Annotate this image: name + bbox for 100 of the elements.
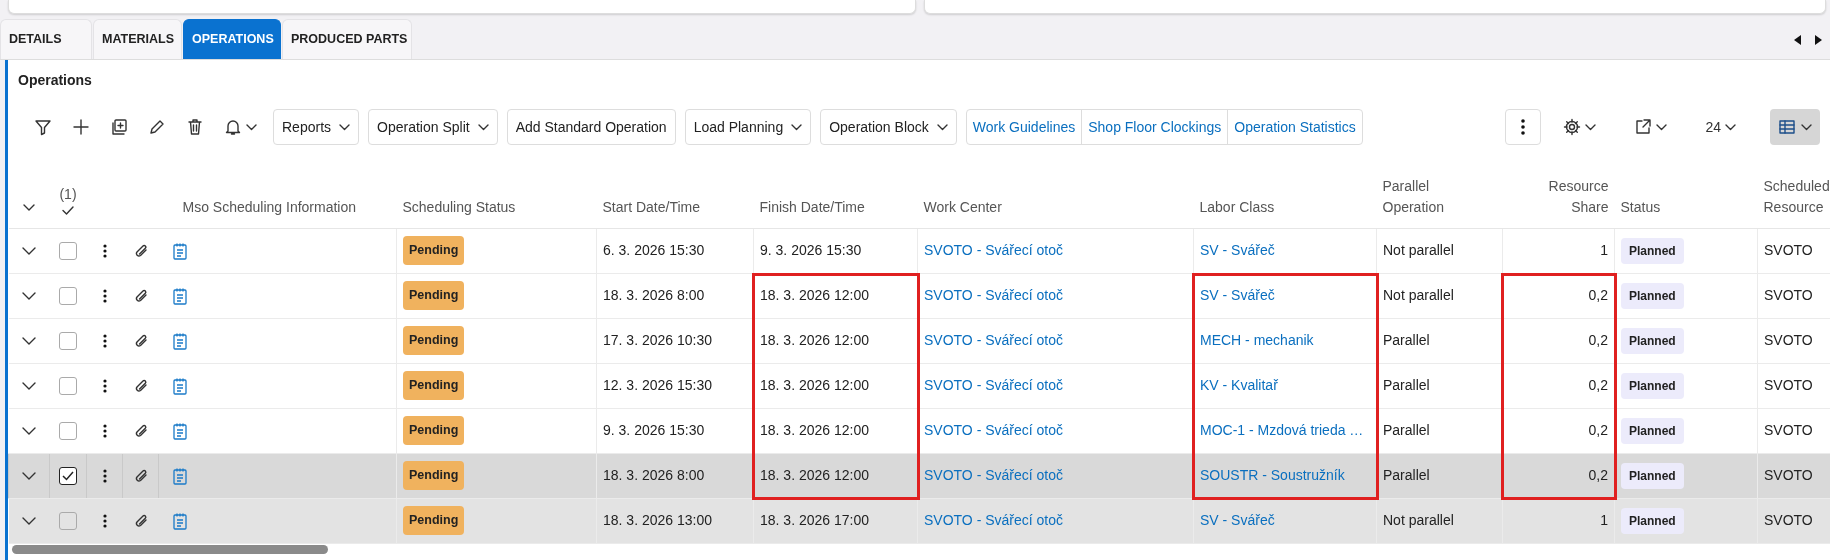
table-link[interactable]: SVOTO - Svářecí otoč [924,422,1063,438]
expand-icon[interactable] [22,426,36,436]
status-badge: Planned [1621,327,1684,354]
more-button[interactable] [1505,109,1542,145]
scroll-left-icon[interactable] [1794,35,1801,45]
dropdown-button[interactable]: Reports [273,109,360,145]
toolbar-link[interactable]: Work Guidelines [966,110,1083,144]
row-menu-icon[interactable] [102,469,107,484]
status-badge: Planned [1621,282,1684,309]
scroll-right-icon[interactable] [1815,35,1822,45]
toolbar-button[interactable]: Add Standard Operation [506,109,676,145]
table-cell: 18. 3. 2026 8:00 [603,287,705,303]
checkbox[interactable] [59,377,77,396]
tab[interactable]: OPERATIONS [183,19,281,59]
column-header[interactable]: Work Center [923,198,1002,215]
checkbox[interactable] [59,467,77,486]
table-cell: 9. 3. 2026 15:30 [603,422,705,438]
table-link[interactable]: SV - Svářeč [1200,242,1275,258]
notes-icon[interactable] [172,332,187,350]
row-menu-icon[interactable] [102,334,107,349]
table-link[interactable]: SV - Svářeč [1200,287,1275,303]
column-header[interactable]: Finish Date/Time [759,198,865,215]
table-link[interactable]: SVOTO - Svářecí otoč [924,287,1063,303]
dropdown-button[interactable]: Operation Split [368,109,498,145]
checkbox[interactable] [59,287,77,306]
table-link[interactable]: MOC-1 - Mzdová trieda … [1200,422,1364,438]
table-cell: SVOTO [1764,287,1813,303]
table-link[interactable]: SVOTO - Svářecí otoč [924,467,1063,483]
copy-icon [110,118,128,136]
scheduling-status-badge: Pending [403,461,465,490]
page-size-button[interactable]: 24 [1701,112,1740,142]
dropdown-button[interactable]: Operation Block [820,109,957,145]
expand-icon[interactable] [22,471,36,481]
row-menu-icon[interactable] [102,514,107,529]
check-icon[interactable] [62,205,74,215]
add-icon [72,118,90,136]
settings-icon [1563,118,1582,136]
table-icon [1778,120,1795,134]
toolbar-link[interactable]: Operation Statistics [1228,110,1362,144]
notes-icon[interactable] [172,422,187,440]
table-cell: Parallel [1383,377,1430,393]
checkbox[interactable] [59,332,77,351]
scheduling-status-badge: Pending [403,236,465,265]
table-cell: 18. 3. 2026 12:00 [760,422,869,438]
column-header[interactable]: Mso Scheduling Information [182,198,357,215]
table-cell: Parallel [1383,422,1430,438]
notes-icon[interactable] [172,377,187,395]
scheduling-status-badge: Pending [403,506,465,535]
table-cell: 0,2 [1588,377,1608,393]
status-badge: Planned [1621,372,1684,399]
scrollbar[interactable] [12,545,328,554]
tab[interactable]: MATERIALS [93,19,182,59]
table-link[interactable]: KV - Kvalitař [1200,377,1278,393]
scheduling-status-badge: Pending [403,416,465,445]
caret-icon [1800,123,1812,131]
column-header[interactable]: Status [1620,198,1661,215]
caret-icon [477,123,489,131]
checkbox[interactable] [59,422,77,441]
row-menu-icon[interactable] [102,244,107,259]
notes-icon[interactable] [172,287,187,305]
table-link[interactable]: SVOTO - Svářecí otoč [924,242,1063,258]
scheduling-status-badge: Pending [403,326,465,355]
expand-icon[interactable] [22,381,36,391]
checkbox[interactable] [59,512,77,531]
view-button[interactable] [1770,109,1820,145]
column-header[interactable]: Scheduled Resource [1763,175,1830,218]
row-menu-icon[interactable] [102,424,107,439]
scheduling-status-badge: Pending [403,371,465,400]
column-header[interactable]: Parallel Operation [1382,175,1444,218]
expand-icon[interactable] [22,291,36,301]
notes-icon[interactable] [173,467,187,485]
table-cell: SVOTO [1764,467,1813,483]
checkbox[interactable] [59,242,77,261]
caret-icon [1656,123,1668,131]
tab[interactable]: DETAILS [0,19,92,59]
toolbar-link[interactable]: Shop Floor Clockings [1082,110,1229,144]
table-cell: 18. 3. 2026 12:00 [760,287,869,303]
column-header[interactable]: Resource Share [1548,175,1609,218]
expand-icon[interactable] [22,516,36,526]
table-link[interactable]: SVOTO - Svářecí otoč [924,332,1063,348]
row-menu-icon[interactable] [102,289,107,304]
notes-icon[interactable] [172,512,187,530]
row-menu-icon[interactable] [102,379,107,394]
table-cell: 6. 3. 2026 15:30 [603,242,705,258]
column-header[interactable]: Labor Class [1199,198,1275,215]
notes-icon[interactable] [172,242,187,260]
table-link[interactable]: SV - Svářeč [1200,512,1275,528]
tab[interactable]: PRODUCED PARTS [282,19,412,59]
table-link[interactable]: SVOTO - Svářecí otoč [924,512,1063,528]
table-cell: 18. 3. 2026 13:00 [603,512,712,528]
column-header[interactable]: Start Date/Time [602,198,700,215]
expand-icon[interactable] [22,246,36,256]
expand-all-icon[interactable] [23,203,35,212]
column-header[interactable]: Scheduling Status [402,198,516,215]
table-link[interactable]: SVOTO - Svářecí otoč [924,377,1063,393]
expand-icon[interactable] [22,336,36,346]
table-link[interactable]: MECH - mechanik [1200,332,1314,348]
delete-icon [186,118,204,136]
table-cell: 0,2 [1588,422,1608,438]
dropdown-button[interactable]: Load Planning [684,109,812,145]
